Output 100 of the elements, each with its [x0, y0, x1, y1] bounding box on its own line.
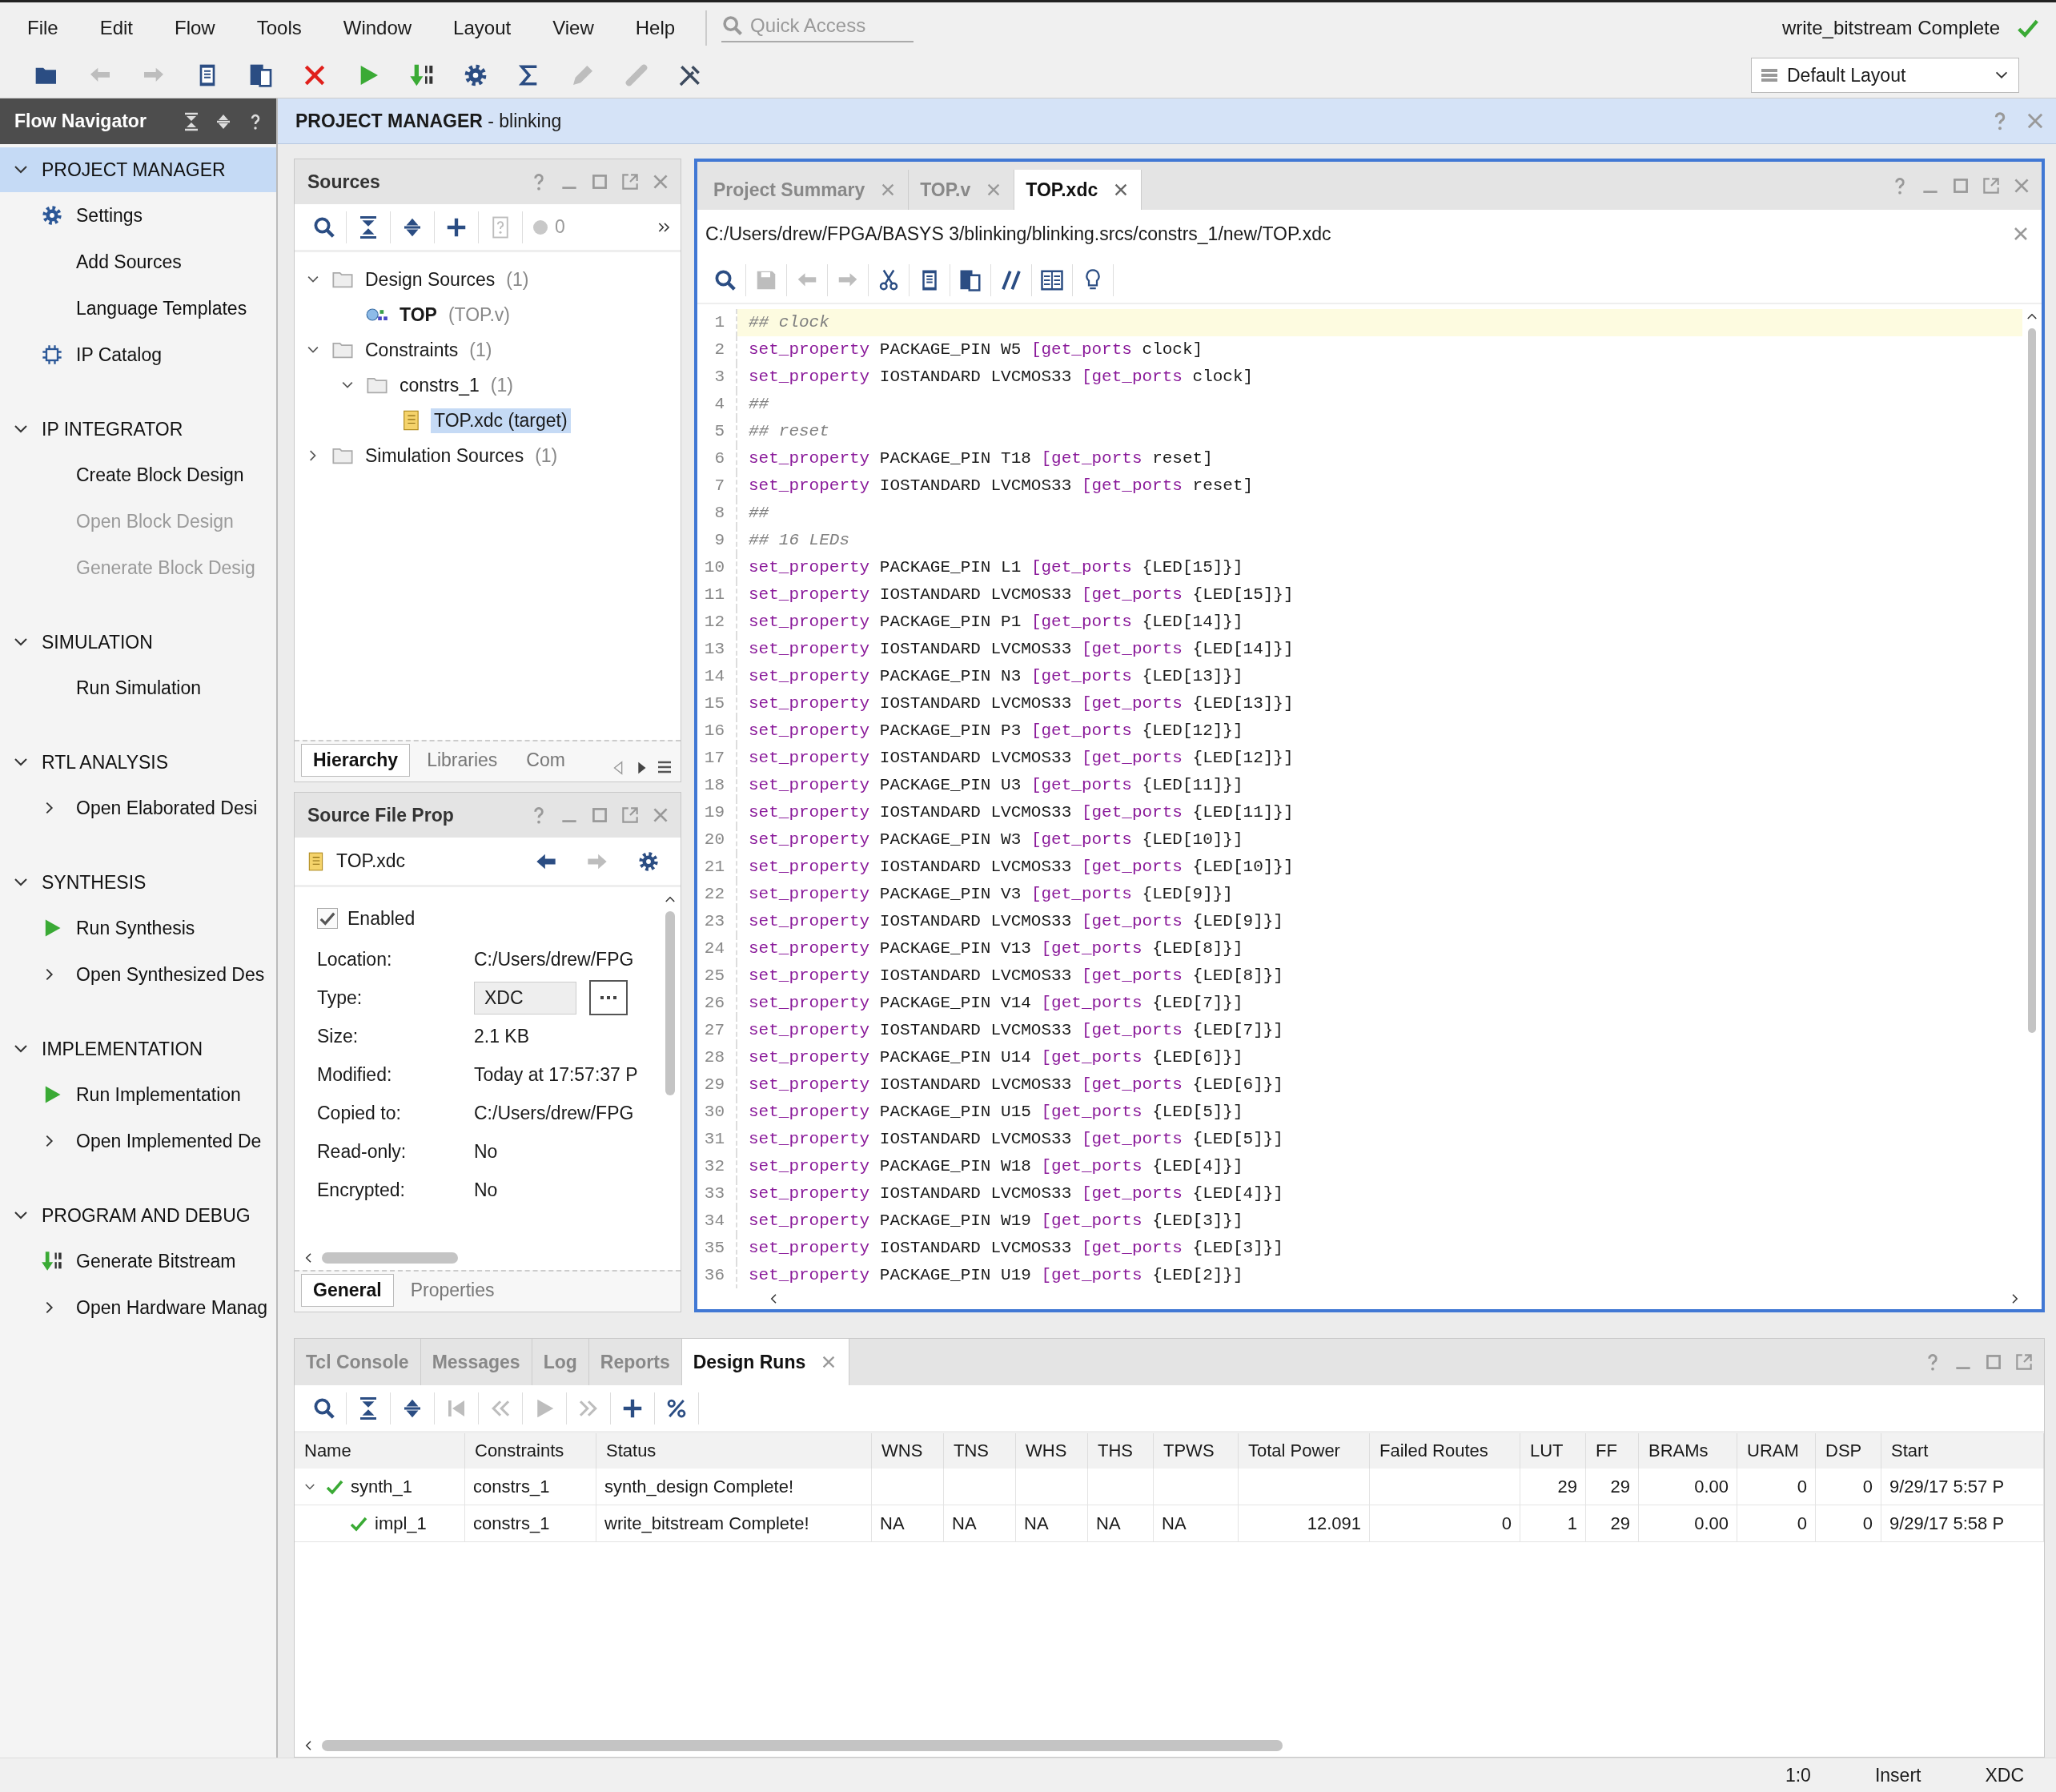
nav-item[interactable]: Run Synthesis	[0, 905, 276, 951]
section-header[interactable]: IMPLEMENTATION	[0, 1027, 276, 1071]
tree-item[interactable]: Design Sources	[362, 267, 499, 292]
clipboard-icon[interactable]	[248, 62, 274, 88]
section-header[interactable]: PROGRAM AND DEBUG	[0, 1193, 276, 1238]
column-header[interactable]: Name	[295, 1433, 465, 1469]
split-columns-icon[interactable]	[1040, 268, 1064, 292]
ellipsis-button[interactable]	[589, 980, 628, 1015]
quick-access-field[interactable]: Quick Access	[749, 13, 910, 38]
editor-tab[interactable]: TOP.xdc	[1014, 170, 1142, 210]
layout-dropdown[interactable]: Default Layout	[1751, 58, 2019, 93]
table-cell: synth_design Complete!	[604, 1476, 794, 1497]
section-header[interactable]: RTL ANALYSIS	[0, 740, 276, 785]
column-header[interactable]: Failed Routes	[1370, 1433, 1520, 1469]
panel-tab[interactable]: Hierarchy	[301, 744, 411, 777]
column-header[interactable]: Start	[1881, 1433, 2044, 1469]
item-count: (1)	[535, 444, 558, 467]
line-number: 14	[697, 663, 737, 690]
file-path: C:/Users/drew/FPGA/BASYS 3/blinking/blinking.srcs/constrs_1/new/TOP.xdc	[705, 223, 1332, 245]
column-header[interactable]: TNS	[944, 1433, 1016, 1469]
menu-item[interactable]: Window	[331, 16, 428, 39]
column-header[interactable]: URAM	[1737, 1433, 1816, 1469]
property-label: Modified:	[317, 1063, 393, 1086]
scrollbar-thumb[interactable]	[665, 911, 675, 1095]
code-line: set_property PACKAGE_PIN W5 [get_ports clock]	[748, 340, 1204, 360]
menu-item[interactable]: Flow	[163, 16, 231, 39]
nav-item[interactable]: Run Simulation	[0, 665, 276, 711]
panel-tab[interactable]: Libraries	[415, 744, 510, 777]
menu-item[interactable]: Tools	[245, 16, 318, 39]
tree-item[interactable]: TOP.xdc (target)	[431, 408, 571, 433]
column-header[interactable]: TPWS	[1154, 1433, 1239, 1469]
table-cell: 0	[1797, 1476, 1807, 1497]
panel-tab[interactable]: Properties	[398, 1274, 507, 1307]
search-icon[interactable]	[713, 268, 737, 292]
checkbox[interactable]	[317, 908, 338, 929]
column-header[interactable]: Constraints	[465, 1433, 596, 1469]
nav-item[interactable]: Open Elaborated Desi	[0, 785, 276, 831]
nav-item[interactable]: IP Catalog	[0, 331, 276, 378]
scrollbar-thumb[interactable]	[322, 1740, 1283, 1751]
property-label: Location:	[317, 948, 393, 970]
nav-item[interactable]: Create Block Design	[0, 452, 276, 498]
column-header[interactable]: WNS	[872, 1433, 944, 1469]
download-arrow-icon[interactable]	[409, 62, 435, 88]
section-header[interactable]: SIMULATION	[0, 620, 276, 665]
nav-item[interactable]: Run Implementation	[0, 1071, 276, 1118]
gear-icon[interactable]	[637, 850, 660, 873]
code-line: set_property IOSTANDARD LVCMOS33 [get_ports {LED[14]}]	[748, 639, 1295, 660]
panel-tab[interactable]: Com	[514, 744, 577, 777]
nav-item[interactable]: Language Templates	[0, 285, 276, 331]
column-header[interactable]: Status	[596, 1433, 872, 1469]
column-header[interactable]: DSP	[1816, 1433, 1881, 1469]
menu-item[interactable]: Edit	[88, 16, 150, 39]
scrollbar-thumb[interactable]	[2028, 328, 2036, 1033]
table-cell: 0.00	[1694, 1513, 1729, 1534]
gear-icon[interactable]	[463, 62, 488, 88]
code-line: set_property IOSTANDARD LVCMOS33 [get_ports {LED[9]}]	[748, 911, 1284, 932]
type-field[interactable]: XDC	[474, 981, 576, 1015]
code-line: set_property PACKAGE_PIN U15 [get_ports {LED[5]}]	[748, 1102, 1244, 1123]
column-header[interactable]: BRAMs	[1639, 1433, 1737, 1469]
menu-item[interactable]: File	[16, 16, 74, 39]
nav-item[interactable]: Open Implemented De	[0, 1118, 276, 1164]
tree-item[interactable]: TOP	[396, 302, 440, 327]
property-label: Encrypted:	[317, 1179, 406, 1201]
table-cell: write_bitstream Complete!	[604, 1513, 809, 1534]
scrollbar-thumb[interactable]	[322, 1252, 458, 1264]
code-line: set_property IOSTANDARD LVCMOS33 [get_ports clock]	[748, 367, 1255, 388]
tree-item[interactable]: Constraints	[362, 337, 462, 363]
nav-item[interactable]: Add Sources	[0, 239, 276, 285]
line-number: 23	[697, 908, 737, 935]
section-header[interactable]: IP INTEGRATOR	[0, 407, 276, 452]
file-type: XDC	[1984, 1764, 2024, 1786]
table-cell: NA	[1162, 1513, 1187, 1534]
clipboard-icon[interactable]	[958, 268, 982, 292]
nav-item[interactable]: Settings	[0, 192, 276, 239]
line-number: 29	[697, 1071, 737, 1099]
column-header[interactable]: WHS	[1016, 1433, 1088, 1469]
code-line: set_property PACKAGE_PIN L1 [get_ports {LED[15]}]	[748, 557, 1244, 578]
section-header[interactable]: SYNTHESIS	[0, 860, 276, 905]
section-header[interactable]: PROJECT MANAGER	[0, 147, 276, 192]
panel-tab[interactable]: General	[301, 1274, 394, 1307]
table-cell: NA	[1024, 1513, 1049, 1534]
tree-item[interactable]: constrs_1	[396, 372, 483, 398]
column-header[interactable]: Total Power	[1239, 1433, 1370, 1469]
column-header[interactable]: THS	[1088, 1433, 1154, 1469]
menu-item[interactable]: View	[541, 16, 610, 39]
nav-item[interactable]: Open Synthesized Des	[0, 951, 276, 998]
line-number: 31	[697, 1126, 737, 1153]
nav-item[interactable]: Generate Bitstream	[0, 1238, 276, 1284]
menu-item[interactable]: Layout	[442, 16, 528, 39]
column-header[interactable]: LUT	[1520, 1433, 1586, 1469]
item-count: (TOP.v)	[448, 303, 510, 326]
code-line: set_property PACKAGE_PIN U14 [get_ports {LED[6]}]	[748, 1047, 1244, 1068]
nav-item[interactable]: Open Hardware Manag	[0, 1284, 276, 1331]
double-slash-icon[interactable]	[999, 268, 1023, 292]
menu-item[interactable]: Help	[624, 16, 692, 39]
tree-item[interactable]: Simulation Sources	[362, 443, 528, 468]
line-number: 34	[697, 1207, 737, 1235]
panel-tab[interactable]: Design Runs	[681, 1339, 850, 1385]
column-header[interactable]: FF	[1586, 1433, 1639, 1469]
table-cell: 0	[1862, 1476, 1873, 1497]
